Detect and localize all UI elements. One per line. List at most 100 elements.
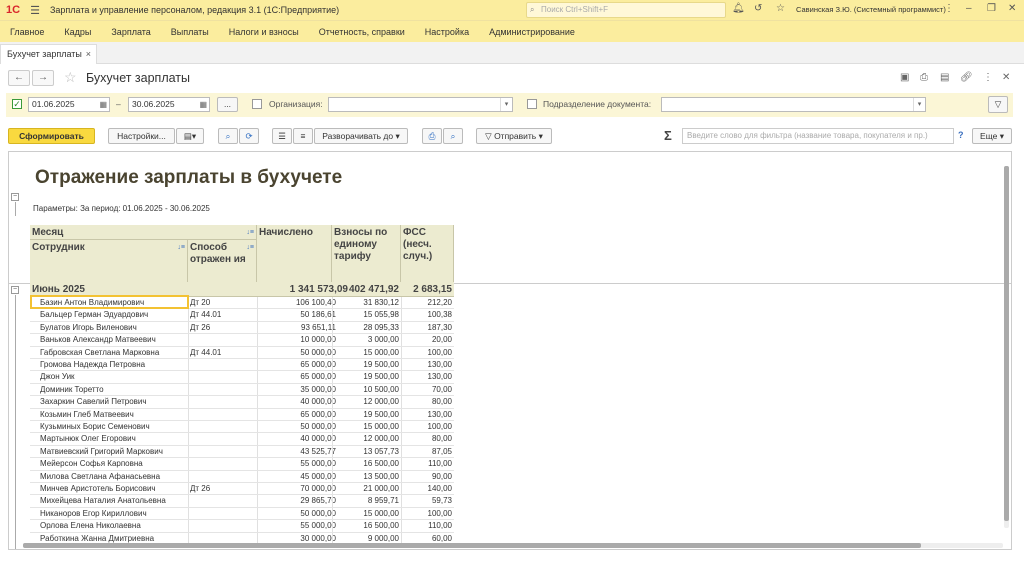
employee-cell[interactable]: Орлова Елена Николаевна <box>40 521 141 530</box>
settings-button[interactable]: Настройки... <box>108 128 175 144</box>
accrued-cell[interactable]: 50 186,61 <box>300 310 336 319</box>
contrib-cell[interactable]: 16 500,00 <box>363 521 399 530</box>
employee-cell[interactable]: Захаркин Савелий Петрович <box>40 397 147 406</box>
table-row[interactable]: Милова Светлана Афанасьевна 45 000,00 13 5… <box>30 470 454 483</box>
contrib-cell[interactable]: 3 000,00 <box>368 335 399 344</box>
table-row[interactable]: Матвиевский Григорий Маркович 43 525,77 13… <box>30 445 454 459</box>
employee-cell[interactable]: Доминик Торетто <box>40 385 104 394</box>
print-icon[interactable]: ⎙ <box>920 72 928 83</box>
contrib-cell[interactable]: 19 500,00 <box>363 410 399 419</box>
fss-cell[interactable]: 130,00 <box>428 372 452 381</box>
current-user[interactable]: Савинская З.Ю. (Системный программист) <box>796 5 946 14</box>
fss-cell[interactable]: 20,00 <box>432 335 452 344</box>
fss-cell[interactable]: 110,00 <box>428 459 452 468</box>
sum-icon[interactable]: Σ <box>664 128 672 143</box>
employee-cell[interactable]: Кузьминых Борис Семенович <box>40 422 150 431</box>
accrued-cell[interactable]: 70 000,00 <box>300 484 336 493</box>
accrued-cell[interactable]: 65 000,00 <box>300 360 336 369</box>
contrib-cell[interactable]: 15 000,00 <box>363 348 399 357</box>
contrib-cell[interactable]: 19 500,00 <box>363 360 399 369</box>
more-icon[interactable]: ⋮ <box>983 72 993 83</box>
contrib-cell[interactable]: 8 959,71 <box>368 496 399 505</box>
collapse-group-icon[interactable]: − <box>11 286 19 294</box>
fss-cell[interactable]: 110,00 <box>428 521 452 530</box>
accrued-cell[interactable]: 35 000,00 <box>300 385 336 394</box>
accrued-cell[interactable]: 55 000,00 <box>300 459 336 468</box>
table-row[interactable]: Габровская Светлана Марковна Дт 44.01 50 0… <box>30 346 454 359</box>
header-accrued[interactable]: Начислено <box>257 225 332 283</box>
employee-cell[interactable]: Громова Надежда Петровна <box>40 360 145 369</box>
print-button[interactable]: ⎙ <box>422 128 442 144</box>
fss-cell[interactable]: 140,00 <box>428 484 452 493</box>
menu-item-payments[interactable]: Выплаты <box>161 27 219 37</box>
menu-item-admin[interactable]: Администрирование <box>479 27 585 37</box>
close-form-icon[interactable]: ✕ <box>1002 72 1010 83</box>
main-menu-icon[interactable]: ☰ <box>30 4 40 17</box>
table-row[interactable]: Козьмин Глеб Матвеевич 65 000,00 19 500,00… <box>30 408 454 421</box>
table-row[interactable]: Бальцер Герман Эдуардович Дт 44.01 50 186,… <box>30 309 454 322</box>
fss-cell[interactable]: 80,00 <box>432 434 452 443</box>
accrued-cell[interactable]: 65 000,00 <box>300 410 336 419</box>
bell-icon[interactable]: 🔔︎ <box>732 3 745 14</box>
expand-to-button[interactable]: Разворачивать до ▾ <box>314 128 408 144</box>
method-cell[interactable]: Дт 44.01 <box>190 310 221 319</box>
accrued-cell[interactable]: 40 000,00 <box>300 434 336 443</box>
accrued-cell[interactable]: 106 100,40 <box>296 298 336 307</box>
save-icon[interactable]: ▣ <box>900 72 909 83</box>
close-tab-icon[interactable]: × <box>86 45 91 63</box>
table-row[interactable]: Джон Уик 65 000,00 19 500,00 130,00 <box>30 371 454 384</box>
employee-cell[interactable]: Никаноров Егор Кириллович <box>40 509 147 518</box>
fss-cell[interactable]: 90,00 <box>432 472 452 481</box>
preview-icon[interactable]: ▤ <box>940 72 949 83</box>
fss-cell[interactable]: 212,20 <box>428 298 452 307</box>
forward-button[interactable]: → <box>32 70 54 86</box>
contrib-cell[interactable]: 9 000,00 <box>368 534 399 543</box>
method-cell[interactable]: Дт 26 <box>190 484 210 493</box>
find-button[interactable]: ⌕ <box>218 128 238 144</box>
table-row[interactable]: Доминик Торетто 35 000,00 10 500,00 70,00 <box>30 383 454 397</box>
date-to-field[interactable]: 30.06.2025 ▦ <box>128 97 210 112</box>
fss-cell[interactable]: 59,73 <box>432 496 452 505</box>
contrib-cell[interactable]: 16 500,00 <box>363 459 399 468</box>
organization-field[interactable]: ▾ <box>328 97 513 112</box>
accrued-cell[interactable]: 50 000,00 <box>300 509 336 518</box>
accrued-cell[interactable]: 50 000,00 <box>300 422 336 431</box>
help-icon[interactable]: ? <box>958 130 964 140</box>
chevron-down-icon[interactable]: ▾ <box>500 98 512 111</box>
accrued-cell[interactable]: 55 000,00 <box>300 521 336 530</box>
accrued-cell[interactable]: 50 000,00 <box>300 348 336 357</box>
menu-item-reports[interactable]: Отчетность, справки <box>309 27 415 37</box>
employee-cell[interactable]: Козьмин Глеб Матвеевич <box>40 410 134 419</box>
table-row[interactable]: Мейерсон Софья Карповна 55 000,00 16 500,0… <box>30 458 454 471</box>
print-preview-button[interactable]: ⌕ <box>443 128 463 144</box>
fss-cell[interactable]: 130,00 <box>428 360 452 369</box>
menu-item-taxes[interactable]: Налоги и взносы <box>219 27 309 37</box>
header-month[interactable]: Месяц ↓≡ <box>30 225 257 240</box>
expand-groups-button[interactable]: ≡ <box>293 128 313 144</box>
report-spreadsheet[interactable]: Отражение зарплаты в бухучете − Параметр… <box>8 151 1012 550</box>
employee-cell[interactable]: Габровская Светлана Марковна <box>40 348 159 357</box>
period-select-button[interactable]: ... <box>217 97 238 112</box>
menu-item-salary[interactable]: Зарплата <box>101 27 160 37</box>
fss-cell[interactable]: 130,00 <box>428 410 452 419</box>
table-row[interactable]: Ваньков Александр Матвеевич 10 000,00 3 00… <box>30 334 454 347</box>
menu-item-personnel[interactable]: Кадры <box>54 27 101 37</box>
fss-cell[interactable]: 100,00 <box>428 348 452 357</box>
minimize-icon[interactable]: – <box>966 3 972 14</box>
table-row[interactable]: Никаноров Егор Кириллович 50 000,00 15 000… <box>30 507 454 521</box>
collapse-params-icon[interactable]: − <box>11 193 19 201</box>
link-icon[interactable]: 🔗︎ <box>960 72 973 83</box>
header-employee[interactable]: Сотрудник ↓≡ <box>30 240 188 283</box>
organization-checkbox[interactable] <box>252 99 262 109</box>
contrib-cell[interactable]: 31 830,12 <box>363 298 399 307</box>
maximize-icon[interactable]: ❐ <box>987 3 996 14</box>
vertical-scrollbar[interactable] <box>1004 166 1009 528</box>
header-method[interactable]: Способ отражен ия ↓≡ <box>188 240 257 283</box>
date-from-field[interactable]: 01.06.2025 ▦ <box>28 97 110 112</box>
variants-button[interactable]: ▤▾ <box>176 128 204 144</box>
accrued-cell[interactable]: 30 000,00 <box>300 534 336 543</box>
contrib-cell[interactable]: 12 000,00 <box>363 434 399 443</box>
employee-cell[interactable]: Бальцер Герман Эдуардович <box>40 310 148 319</box>
contrib-cell[interactable]: 28 095,33 <box>363 323 399 332</box>
more-button[interactable]: Еще ▾ <box>972 128 1012 144</box>
